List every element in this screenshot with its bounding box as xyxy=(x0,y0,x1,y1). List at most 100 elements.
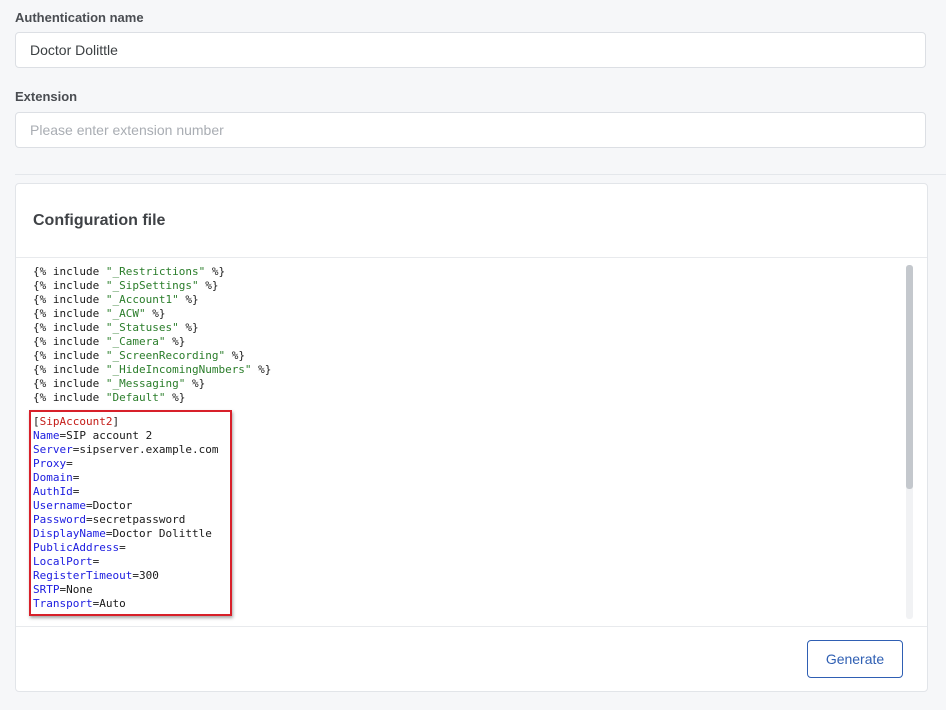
include-prefix: {% include xyxy=(33,293,106,306)
code-line: {% include "_Statuses" %} xyxy=(33,321,271,335)
include-prefix: {% include xyxy=(33,307,106,320)
code-line: {% include "_ACW" %} xyxy=(33,307,271,321)
include-name: "_Camera" xyxy=(105,335,166,348)
include-suffix: %} xyxy=(198,279,219,292)
include-prefix: {% include xyxy=(33,321,106,334)
code-line: {% include "_Account1" %} xyxy=(33,293,271,307)
setting-value: sipserver.example.com xyxy=(79,443,219,456)
code-line: {% include "_SipSettings" %} xyxy=(33,279,271,293)
setting-key: SRTP xyxy=(33,583,60,596)
include-suffix: %} xyxy=(178,321,199,334)
include-suffix: %} xyxy=(185,377,206,390)
setting-key: Proxy xyxy=(33,457,67,470)
include-suffix: %} xyxy=(225,349,245,362)
setting-line: SRTP=None xyxy=(33,583,271,597)
code-line: {% include "Default" %} xyxy=(33,391,271,405)
setting-value: Doctor Dolittle xyxy=(112,527,212,540)
code-line: {% include "_ScreenRecording" %} xyxy=(33,349,271,363)
include-suffix: %} xyxy=(165,391,186,404)
setting-key: LocalPort xyxy=(33,555,93,568)
setting-key: Server xyxy=(33,443,73,456)
setting-line: Name=SIP account 2 xyxy=(33,429,271,443)
setting-value: None xyxy=(66,583,93,596)
include-name: "_Messaging" xyxy=(105,377,186,390)
code-line: {% include "_Camera" %} xyxy=(33,335,271,349)
generate-button[interactable]: Generate xyxy=(807,640,903,678)
setting-line: Domain= xyxy=(33,471,271,485)
include-prefix: {% include xyxy=(33,391,106,404)
section-bracket-open: [ xyxy=(33,415,40,428)
card-footer-divider xyxy=(16,626,927,627)
setting-value: Doctor xyxy=(92,499,133,512)
setting-key: Domain xyxy=(33,471,73,484)
include-suffix: %} xyxy=(145,307,166,320)
include-name: "_HideIncomingNumbers" xyxy=(105,363,252,376)
setting-key: Transport xyxy=(33,597,93,610)
include-prefix: {% include xyxy=(33,349,106,362)
divider xyxy=(15,174,946,175)
auth-name-input[interactable]: Doctor Dolittle xyxy=(15,32,926,68)
include-suffix: %} xyxy=(205,265,226,278)
setting-line: PublicAddress= xyxy=(33,541,271,555)
include-prefix: {% include xyxy=(33,377,106,390)
setting-value: Auto xyxy=(99,597,126,610)
setting-key: DisplayName xyxy=(33,527,106,540)
include-suffix: %} xyxy=(178,293,199,306)
section-bracket-close: ] xyxy=(112,415,120,428)
setting-key: AuthId xyxy=(33,485,73,498)
auth-name-label: Authentication name xyxy=(15,10,144,25)
include-prefix: {% include xyxy=(33,363,106,376)
setting-equals: = xyxy=(72,471,80,484)
setting-equals: = xyxy=(132,569,139,582)
include-name: "_Statuses" xyxy=(105,321,179,334)
setting-value: secretpassword xyxy=(92,513,186,526)
include-suffix: %} xyxy=(251,363,272,376)
setting-equals: = xyxy=(85,513,93,526)
include-name: "Default" xyxy=(105,391,166,404)
setting-equals: = xyxy=(66,457,73,470)
setting-line: Password=secretpassword xyxy=(33,513,271,527)
setting-equals: = xyxy=(72,485,80,498)
include-name: "_Restrictions" xyxy=(105,265,206,278)
setting-key: Name xyxy=(33,429,60,442)
config-title: Configuration file xyxy=(33,211,166,229)
setting-line: Server=sipserver.example.com xyxy=(33,443,271,457)
editor-scrollbar-thumb[interactable] xyxy=(906,265,913,489)
setting-line: Transport=Auto xyxy=(33,597,271,611)
section-name: SipAccount2 xyxy=(39,415,113,428)
setting-line: AuthId= xyxy=(33,485,271,499)
setting-equals: = xyxy=(85,499,93,512)
section-header: [SipAccount2] xyxy=(33,415,271,429)
setting-value: 300 xyxy=(138,569,159,582)
include-prefix: {% include xyxy=(33,265,106,278)
setting-line: LocalPort= xyxy=(33,555,271,569)
extension-label: Extension xyxy=(15,89,78,104)
editor-scrollbar[interactable] xyxy=(906,265,913,619)
include-suffix: %} xyxy=(165,335,186,348)
setting-key: RegisterTimeout xyxy=(33,569,133,582)
setting-key: Username xyxy=(33,499,86,512)
code-gap xyxy=(33,405,271,415)
setting-line: Proxy= xyxy=(33,457,271,471)
include-prefix: {% include xyxy=(33,279,106,292)
code-line: {% include "_Restrictions" %} xyxy=(33,265,271,279)
setting-key: Password xyxy=(33,513,86,526)
setting-value: SIP account 2 xyxy=(66,429,153,442)
include-name: "_ACW" xyxy=(105,307,146,320)
setting-key: PublicAddress xyxy=(33,541,120,554)
config-editor[interactable]: {% include "_Restrictions" %} {% include … xyxy=(33,265,271,611)
setting-equals: = xyxy=(92,555,100,568)
include-name: "_ScreenRecording" xyxy=(105,349,226,362)
config-card-header: Configuration file xyxy=(16,184,927,258)
extension-input[interactable]: Please enter extension number xyxy=(15,112,926,148)
setting-line: RegisterTimeout=300 xyxy=(33,569,271,583)
include-prefix: {% include xyxy=(33,335,106,348)
setting-equals: = xyxy=(119,541,126,554)
include-name: "_Account1" xyxy=(105,293,179,306)
setting-line: Username=Doctor xyxy=(33,499,271,513)
config-card: Configuration file {% include "_Restrict… xyxy=(15,183,928,692)
setting-line: DisplayName=Doctor Dolittle xyxy=(33,527,271,541)
code-line: {% include "_HideIncomingNumbers" %} xyxy=(33,363,271,377)
code-line: {% include "_Messaging" %} xyxy=(33,377,271,391)
include-name: "_SipSettings" xyxy=(105,279,199,292)
